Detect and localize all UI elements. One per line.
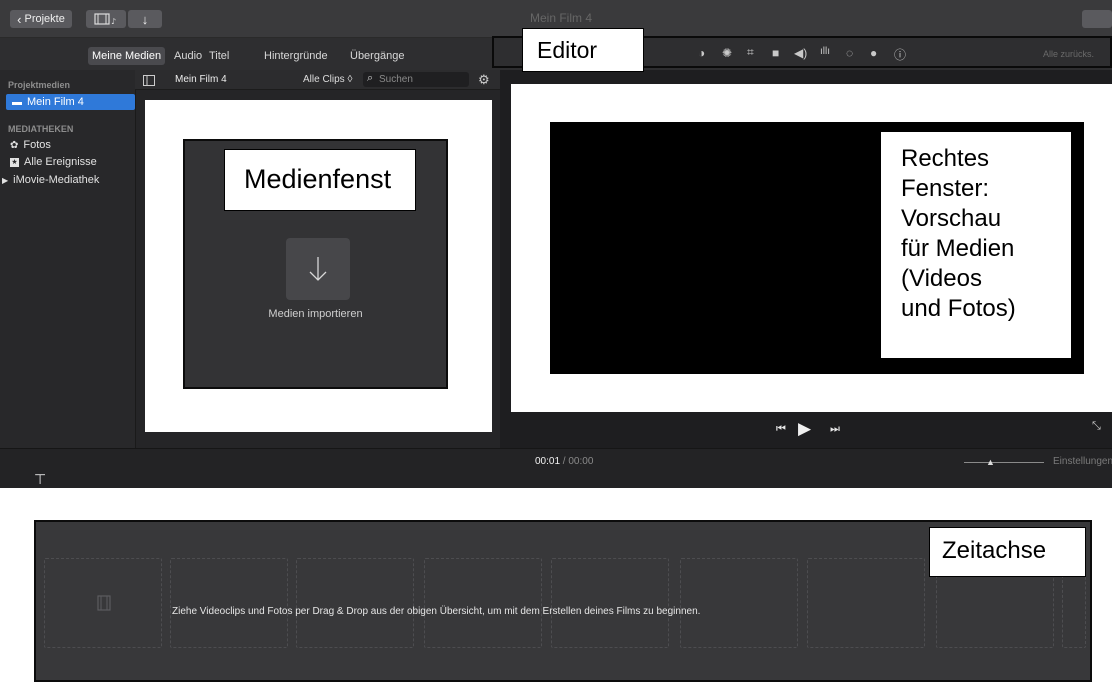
sidebar-section-project: Projektmedien [8, 80, 71, 90]
import-media-label: Medien importieren [268, 308, 363, 320]
sidebar-item-imovie-library[interactable]: ▶ iMovie-Mediathek [2, 174, 99, 186]
tab-my-media[interactable]: Meine Medien [88, 47, 166, 65]
star-box-icon: ★ [10, 157, 19, 167]
projects-button-label: Projekte [24, 13, 65, 25]
library-toggle-button[interactable]: ♪ [86, 10, 126, 28]
projects-button[interactable]: ‹ Projekte [10, 10, 72, 28]
timeline-header: 00:01 / 00:00 ▲ Einstellungen ⊤ [0, 448, 1112, 488]
annotation-right-window: Rechtes Fenster: Vorschau für Medien (Vi… [880, 131, 1072, 359]
sidebar-item-all-events[interactable]: ★ Alle Ereignisse [10, 156, 97, 168]
timeline-placeholder-slot [296, 558, 414, 648]
sidebar-item-label: iMovie-Mediathek [13, 174, 100, 186]
skip-back-icon[interactable]: ⏮ [776, 423, 786, 436]
timeline-placeholder-slot [424, 558, 542, 648]
clapper-icon: ▬ [12, 96, 22, 108]
sidebar-item-label: Fotos [23, 139, 51, 151]
svg-text:♪: ♪ [111, 17, 116, 25]
disclosure-triangle-icon: ▶ [2, 175, 9, 185]
film-strip-icon [97, 595, 111, 611]
sidebar-section-libraries: MEDIATHEKEN [8, 124, 74, 134]
timecode: 00:01 / 00:00 [535, 456, 593, 467]
annotation-timeline: Zeitachse [929, 527, 1086, 577]
tab-audio[interactable]: Audio [174, 50, 202, 62]
tab-transitions[interactable]: Übergänge [350, 50, 404, 62]
timeline-settings-button[interactable]: Einstellungen [1053, 456, 1112, 467]
search-placeholder: Suchen [379, 74, 413, 85]
sidebar-item-label: Alle Ereignisse [24, 156, 97, 168]
timecode-total: 00:00 [568, 456, 594, 467]
zoom-slider-knob[interactable]: ▲ [986, 457, 995, 467]
share-button[interactable] [1082, 10, 1112, 28]
search-icon: ⌕ [367, 72, 374, 84]
import-media-button[interactable] [286, 238, 350, 300]
timeline-placeholder-slot [44, 558, 162, 648]
import-button[interactable]: ↓ [128, 10, 162, 28]
media-toolbar-title: Mein Film 4 [175, 74, 227, 85]
clips-filter-select[interactable]: Alle Clips ◊ [303, 74, 352, 85]
tab-backgrounds[interactable]: Hintergründe [264, 50, 328, 62]
play-icon[interactable]: ▶ [798, 419, 811, 439]
film-music-icon: ♪ [94, 13, 116, 25]
playback-controls: ⏮ ▶ ⏭ ⤡ [500, 412, 1112, 448]
annotation-media-window: Medienfenst [224, 149, 416, 211]
browser-tab-bar: Meine Medien Audio Titel Hintergründe Üb… [0, 38, 500, 70]
download-arrow-icon: ↓ [141, 11, 149, 27]
timeline-empty-hint: Ziehe Videoclips und Fotos per Drag & Dr… [172, 606, 701, 617]
library-sidebar: Projektmedien ▬ Mein Film 4 MEDIATHEKEN … [0, 70, 135, 448]
timeline-placeholder-slot [807, 558, 925, 648]
chevron-left-icon: ‹ [17, 11, 22, 27]
window-title: Mein Film 4 [530, 11, 593, 25]
zoom-slider[interactable]: ▲ [964, 457, 1044, 467]
sidebar-item-project[interactable]: ▬ Mein Film 4 [6, 94, 135, 110]
timeline-placeholder-slot [680, 558, 798, 648]
skip-forward-icon[interactable]: ⏭ [830, 423, 840, 436]
annotation-editor: Editor [522, 28, 644, 72]
sidebar-item-label: Mein Film 4 [27, 96, 84, 108]
sidebar-item-photos[interactable]: ✿ Fotos [10, 139, 51, 151]
download-arrow-icon [309, 257, 327, 281]
media-toolbar: Mein Film 4 Alle Clips ◊ ⌕ Suchen ⚙ [135, 70, 500, 90]
playhead-icon[interactable]: ⊤ [34, 471, 46, 488]
sidebar-toggle-icon[interactable] [143, 73, 155, 91]
timecode-current: 00:01 [535, 456, 561, 467]
timeline-placeholder-slot [551, 558, 669, 648]
photos-flower-icon: ✿ [10, 139, 19, 151]
settings-gear-icon[interactable]: ⚙ [478, 72, 490, 88]
timeline-placeholder-slot [170, 558, 288, 648]
search-field[interactable]: ⌕ Suchen [363, 72, 469, 87]
fullscreen-icon[interactable]: ⤡ [1092, 420, 1101, 433]
tab-titles[interactable]: Titel [209, 50, 229, 62]
